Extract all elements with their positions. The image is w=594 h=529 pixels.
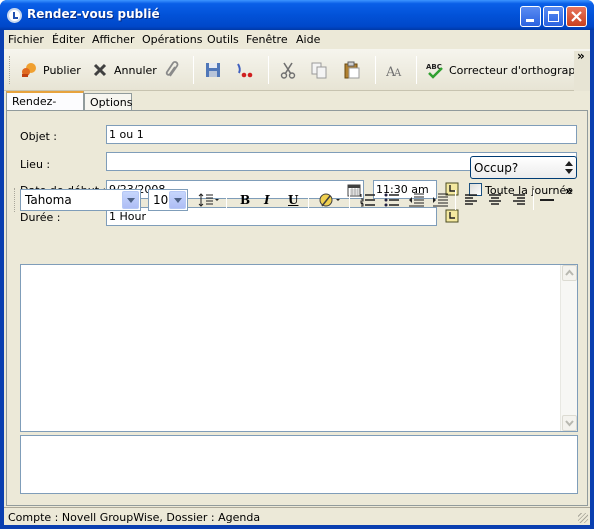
align-center-icon[interactable] <box>488 193 502 207</box>
publish-button[interactable]: Publier <box>20 59 81 81</box>
chevron-up-icon <box>565 269 574 276</box>
cancel-x-icon <box>93 63 107 77</box>
status-text: Compte : Novell GroupWise, Dossier : Age… <box>8 511 261 524</box>
tab-strip: Rendez-vous Options <box>4 91 590 121</box>
paste-button[interactable] <box>343 59 366 81</box>
status-bar: Compte : Novell GroupWise, Dossier : Age… <box>4 507 590 525</box>
numbered-list-icon[interactable] <box>360 193 376 207</box>
floppy-disk-icon <box>206 63 220 77</box>
cut-button[interactable] <box>279 59 302 81</box>
close-button[interactable] <box>566 6 587 27</box>
publish-icon <box>22 63 36 77</box>
main-toolbar: Publier Annuler A A ABC Correcteur d'ort… <box>4 49 590 91</box>
cancel-button[interactable]: Annuler <box>91 59 157 81</box>
toolbar-separator <box>226 190 227 210</box>
window-title: Rendez-vous publié <box>27 7 160 21</box>
outdent-icon[interactable] <box>408 193 424 207</box>
scroll-up-button[interactable] <box>562 265 577 281</box>
up-down-arrows-icon <box>565 161 573 174</box>
window-client: Fichier Éditer Afficher Opérations Outil… <box>4 30 590 525</box>
toolbar-overflow-chevron[interactable]: » <box>577 49 585 63</box>
maximize-icon <box>548 11 559 22</box>
close-icon <box>571 11 582 22</box>
font-size-value: 10 <box>153 193 169 207</box>
subject-field[interactable]: 1 ou 1 <box>106 125 577 144</box>
title-bar[interactable]: Rendez-vous publié <box>0 0 594 30</box>
italic-button[interactable]: I <box>264 193 270 207</box>
line-spacing-icon[interactable] <box>198 192 220 208</box>
font-family-value: Tahoma <box>25 193 72 207</box>
resize-grip[interactable] <box>578 513 588 523</box>
tab-options[interactable]: Options <box>84 93 132 111</box>
bullet-list-icon[interactable] <box>384 193 400 207</box>
tab-rendez-vous[interactable]: Rendez-vous <box>6 91 84 121</box>
toolbar-grip[interactable] <box>9 56 12 84</box>
show-as-dropdown[interactable]: Occup? <box>470 156 577 179</box>
highlight-color-icon[interactable] <box>318 192 342 209</box>
chevron-down-icon <box>169 191 186 209</box>
paperclip-icon <box>165 61 179 77</box>
scroll-down-button[interactable] <box>562 415 577 431</box>
align-right-icon[interactable] <box>512 193 526 207</box>
menu-operations[interactable]: Opérations <box>142 33 202 46</box>
align-left-icon[interactable] <box>464 193 478 207</box>
address-button[interactable] <box>235 59 258 81</box>
format-toolbar: Tahoma 10 B I U » <box>14 184 578 215</box>
minimize-icon <box>526 19 534 22</box>
format-toolbar-grip[interactable] <box>14 188 17 212</box>
horizontal-line-icon[interactable] <box>540 199 554 201</box>
save-button[interactable] <box>204 59 227 81</box>
toolbar-separator <box>349 190 350 210</box>
format-overflow-chevron[interactable]: » <box>565 184 573 198</box>
scissors-icon <box>280 62 296 79</box>
address-book-icon <box>237 63 253 78</box>
toolbar-separator <box>375 56 376 84</box>
chevron-down-icon <box>565 420 574 427</box>
underline-button[interactable]: U <box>288 193 298 207</box>
font-button[interactable]: AA <box>386 59 409 81</box>
groupwise-clock-icon <box>7 8 22 23</box>
attach-button[interactable] <box>164 59 187 81</box>
menu-aide[interactable]: Aide <box>296 33 320 46</box>
bold-button[interactable]: B <box>240 193 250 207</box>
copy-icon <box>311 62 327 79</box>
toolbar-separator <box>268 56 269 84</box>
clipboard-paste-icon <box>344 61 360 79</box>
publish-label: Publier <box>43 63 81 77</box>
font-family-select[interactable]: Tahoma <box>20 189 141 211</box>
svg-text:A: A <box>393 68 402 79</box>
copy-button[interactable] <box>310 59 333 81</box>
menu-afficher[interactable]: Afficher <box>92 33 134 46</box>
spellcheck-label: Correcteur d'orthographe <box>449 63 590 77</box>
vertical-scrollbar[interactable] <box>560 265 577 431</box>
indent-icon[interactable] <box>432 193 448 207</box>
maximize-button[interactable] <box>543 6 564 27</box>
minimize-button[interactable] <box>520 6 541 27</box>
place-label: Lieu : <box>20 158 51 171</box>
appointment-window: Rendez-vous publié Fichier Éditer Affich… <box>0 0 594 529</box>
toolbar-separator <box>455 190 456 210</box>
menu-outils[interactable]: Outils <box>207 33 239 46</box>
font-size-select[interactable]: 10 <box>148 189 188 211</box>
menu-fichier[interactable]: Fichier <box>8 33 44 46</box>
message-body-editor[interactable] <box>20 264 578 432</box>
chevron-down-icon <box>122 191 139 209</box>
toolbar-separator <box>193 56 194 84</box>
toolbar-separator <box>308 190 309 210</box>
toolbar-separator <box>416 56 417 84</box>
cancel-label: Annuler <box>114 63 157 77</box>
attachments-pane[interactable] <box>20 435 578 494</box>
show-as-value: Occup? <box>474 161 519 175</box>
toolbar-separator <box>533 190 534 210</box>
menu-bar: Fichier Éditer Afficher Opérations Outil… <box>4 30 590 48</box>
spellcheck-abc-icon: ABC <box>426 63 443 79</box>
menu-editer[interactable]: Éditer <box>52 33 85 46</box>
menu-fenetre[interactable]: Fenêtre <box>246 33 288 46</box>
subject-label: Objet : <box>20 130 57 143</box>
font-aa-icon: AA <box>386 65 402 79</box>
spellcheck-button[interactable]: ABC Correcteur d'orthographe <box>426 59 589 81</box>
